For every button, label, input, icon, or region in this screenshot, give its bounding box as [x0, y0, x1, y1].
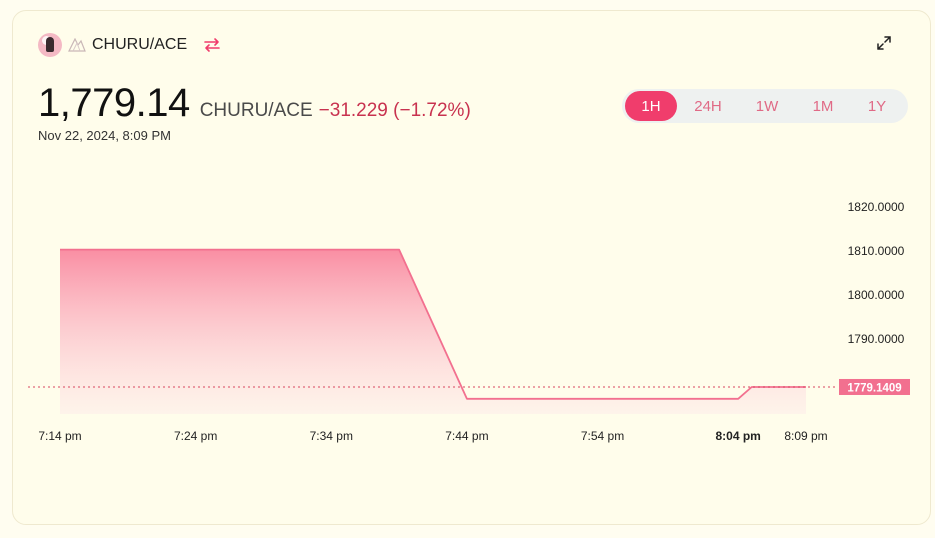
- price-area-chart: 1779.1409 1820.0000 1810.0000 1800.0000 1790…: [28, 200, 910, 443]
- y-tick-label: 1800.0000: [848, 288, 905, 302]
- price-area-fill: [60, 249, 806, 414]
- y-tick-label: 1790.0000: [848, 332, 905, 346]
- current-price-label: 1779.1409: [847, 382, 901, 394]
- x-tick-label: 7:14 pm: [38, 429, 81, 443]
- x-tick-label: 7:44 pm: [445, 429, 488, 443]
- x-tick-label: 8:04 pm: [716, 429, 761, 443]
- x-tick-label: 7:34 pm: [310, 429, 353, 443]
- y-tick-label: 1810.0000: [848, 244, 905, 258]
- x-tick-label: 7:54 pm: [581, 429, 624, 443]
- y-tick-label: 1820.0000: [848, 200, 905, 214]
- x-tick-label: 8:09 pm: [784, 429, 827, 443]
- x-tick-label: 7:24 pm: [174, 429, 217, 443]
